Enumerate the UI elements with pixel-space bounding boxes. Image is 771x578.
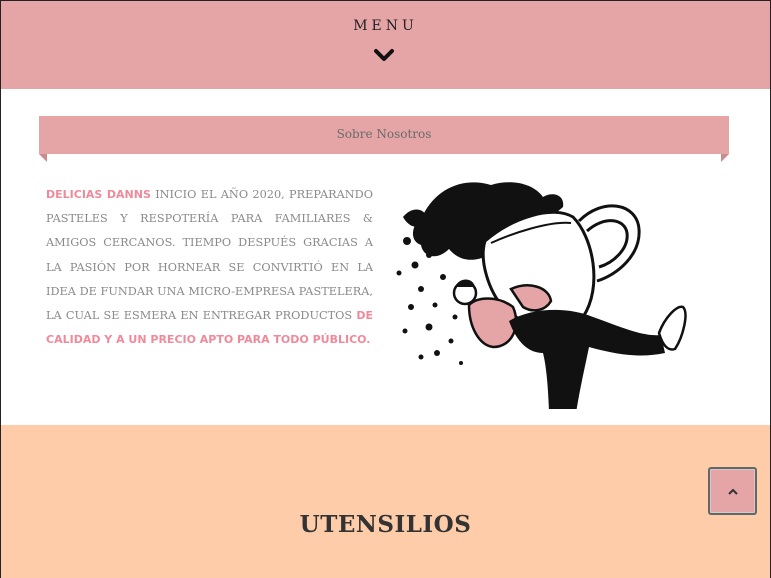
ribbon-fold-right: [721, 154, 729, 162]
scroll-top-button[interactable]: [708, 467, 757, 515]
utensils-section: UTENSILIOS: [1, 425, 770, 578]
section-title: Sobre Nosotros: [336, 127, 432, 141]
chevron-down-icon[interactable]: [373, 47, 395, 63]
about-body: inicio el año 2020, preparando pasteles …: [46, 188, 374, 323]
menu-label[interactable]: MENU: [1, 18, 770, 34]
brand-name: DELICIAS DANNS: [46, 188, 151, 201]
chevron-up-icon: [728, 488, 738, 495]
top-menu-bar: MENU: [1, 1, 770, 89]
ribbon-fold-left: [39, 154, 47, 162]
utensils-title: UTENSILIOS: [299, 511, 472, 538]
coffee-cup-illustration: [396, 182, 687, 409]
about-section: Sobre Nosotros DELICIAS DANNS inicio el …: [1, 89, 770, 425]
section-ribbon: Sobre Nosotros: [39, 116, 729, 154]
about-description: DELICIAS DANNS inicio el año 2020, prepa…: [46, 183, 373, 352]
